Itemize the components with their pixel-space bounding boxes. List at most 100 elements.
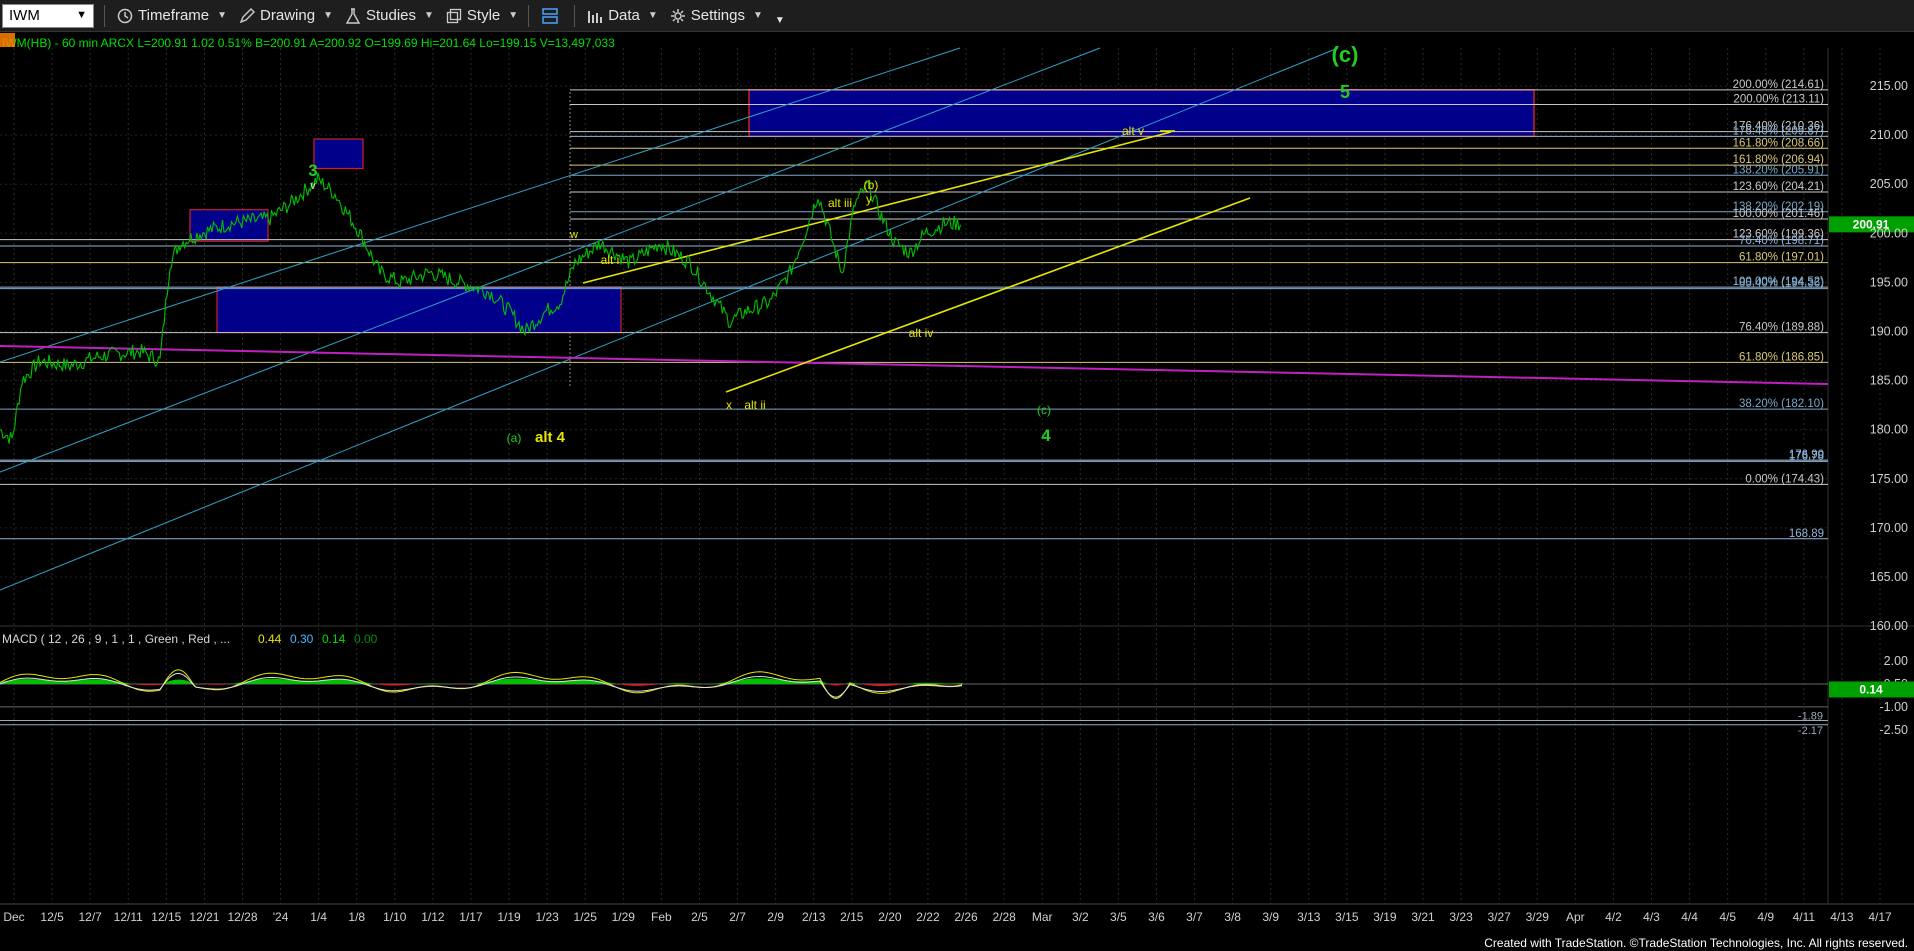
macd-tick: -1.00	[1880, 700, 1909, 714]
fib-label: 0.00% (174.43)	[1745, 473, 1824, 485]
date-tick: 4/2	[1605, 910, 1622, 924]
price-tick: 170.00	[1870, 521, 1908, 535]
date-tick: 1/10	[383, 910, 407, 924]
price-tick: 185.00	[1870, 374, 1908, 388]
chevron-down-icon[interactable]: ▼	[76, 9, 87, 21]
date-tick: 3/5	[1110, 910, 1127, 924]
date-tick: 12/21	[189, 910, 219, 924]
macd-value-3: 0.14	[322, 632, 346, 646]
date-tick: 3/6	[1148, 910, 1165, 924]
wave-label-y: y	[866, 192, 872, 206]
clock-icon	[117, 8, 133, 23]
date-tick: 3/8	[1224, 910, 1241, 924]
price-chart[interactable]: IWM(HB) - 60 min ARCX L=200.91 1.02 0.51…	[0, 32, 1914, 951]
layout-button[interactable]	[541, 7, 564, 25]
date-tick: 3/23	[1449, 910, 1473, 924]
date-tick: 1/25	[574, 910, 598, 924]
date-tick: 3/21	[1411, 910, 1435, 924]
fib-label: 161.80% (208.66)	[1733, 137, 1825, 149]
date-tick: 2/26	[954, 910, 978, 924]
layout-icon	[542, 7, 558, 24]
chart-header: IWM(HB) - 60 min ARCX L=200.91 1.02 0.51…	[2, 36, 615, 50]
settings-button[interactable]: Settings ▼	[670, 7, 763, 24]
date-tick: 1/8	[348, 910, 365, 924]
date-tick: 1/4	[310, 910, 327, 924]
studies-button[interactable]: Studies ▼	[345, 7, 434, 24]
fib-label: 38.20% (182.10)	[1739, 398, 1824, 410]
wave-label-5: 5	[1340, 82, 1350, 102]
fib-label: 85.40% (194.36)	[1739, 278, 1824, 290]
date-tick: 2/13	[802, 910, 826, 924]
date-tick: Apr	[1566, 910, 1585, 924]
settings-label: Settings	[690, 7, 745, 24]
wave4-zone	[216, 286, 622, 334]
caret-down-icon: ▼	[647, 10, 658, 21]
date-tick: 12/28	[227, 910, 257, 924]
price-tick: 165.00	[1870, 570, 1908, 584]
fib-label: 138.20% (205.91)	[1733, 164, 1825, 176]
data-button[interactable]: Data ▼	[587, 7, 658, 24]
wave-label-v: v	[310, 180, 316, 192]
macd-level-label: -2.17	[1798, 725, 1823, 737]
symbol-input[interactable]: IWM ▼	[2, 3, 94, 28]
macd-value-4: 0.00	[354, 632, 378, 646]
date-tick: 2/9	[767, 910, 784, 924]
date-tick: Mar	[1032, 910, 1053, 924]
caret-down-icon: ▼	[323, 10, 333, 21]
date-tick: 1/12	[421, 910, 445, 924]
fib-label: 176.40% (209.87)	[1733, 125, 1825, 137]
divider	[574, 4, 576, 27]
macd-title: MACD ( 12 , 26 , 9 , 1 , 1 , Green , Red…	[2, 632, 230, 646]
style-button[interactable]: Style ▼	[446, 7, 518, 24]
fib-label: 61.80% (197.01)	[1739, 252, 1824, 264]
date-tick: Dec	[3, 910, 24, 924]
date-tick: 2/7	[729, 910, 746, 924]
divider	[528, 4, 530, 27]
caret-down-icon: ▼	[508, 10, 519, 21]
timeframe-label: Timeframe	[138, 7, 210, 24]
date-tick: 12/15	[151, 910, 181, 924]
gear-icon	[670, 8, 685, 23]
date-tick: 1/17	[459, 910, 483, 924]
studies-label: Studies	[365, 7, 417, 24]
wave-label-alt-iv: alt iv	[909, 326, 934, 340]
price-tick: 195.00	[1870, 275, 1908, 289]
macd-value-2: 0.30	[290, 632, 314, 646]
caret-down-icon: ▼	[217, 10, 228, 21]
date-tick: 3/2	[1072, 910, 1089, 924]
date-tick: 2/22	[916, 910, 940, 924]
fib-label: 200.00% (214.61)	[1733, 79, 1825, 91]
date-tick: 2/5	[691, 910, 708, 924]
footer-copyright: Created with TradeStation. ©TradeStation…	[1484, 936, 1908, 950]
drawing-label: Drawing	[260, 7, 316, 24]
price-tick: 160.00	[1870, 619, 1908, 633]
date-tick: 2/15	[840, 910, 864, 924]
wave-label-3: 3	[308, 161, 317, 180]
overflow-button[interactable]: ▼	[775, 5, 785, 26]
wave-label-alt-ii: alt ii	[744, 398, 765, 412]
wave-label-alt-4: alt 4	[535, 429, 566, 446]
date-tick: '24	[273, 910, 289, 924]
date-tick: 4/5	[1719, 910, 1736, 924]
wave3-zone	[313, 138, 364, 170]
wave-label-alt-v: alt v	[1122, 124, 1144, 138]
wave-label-4: 4	[1041, 426, 1051, 445]
toolbar: IWM ▼ Timeframe ▼ Drawing ▼ Studies ▼ Style…	[0, 0, 1914, 32]
wave-label-alt-iii: alt iii	[828, 196, 852, 210]
chart-area[interactable]: IWM(HB) - 60 min ARCX L=200.91 1.02 0.51…	[0, 32, 1914, 951]
date-tick: 3/9	[1262, 910, 1279, 924]
date-tick: 4/13	[1830, 910, 1854, 924]
date-tick: 4/11	[1793, 910, 1816, 924]
divider	[104, 4, 105, 27]
caret-down-icon: ▼	[424, 10, 434, 21]
price-tick: 180.00	[1870, 423, 1908, 437]
drawing-button[interactable]: Drawing ▼	[239, 7, 333, 24]
price-tick: 190.00	[1870, 325, 1908, 339]
timeframe-button[interactable]: Timeframe ▼	[117, 7, 227, 24]
price-tick: 215.00	[1870, 79, 1908, 93]
wave-label-a: (a)	[507, 431, 522, 445]
macd-tick: 2.00	[1884, 654, 1908, 668]
date-tick: 3/15	[1335, 910, 1359, 924]
wave-label-x: x	[726, 398, 732, 412]
fib-label: 61.80% (186.85)	[1739, 351, 1824, 363]
